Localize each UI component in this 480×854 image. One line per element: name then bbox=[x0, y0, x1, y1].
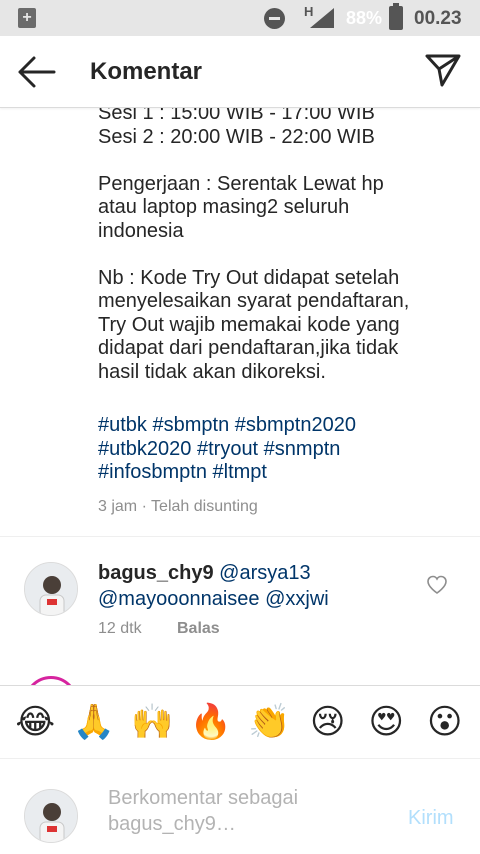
divider bbox=[0, 536, 480, 537]
avatar bbox=[24, 789, 78, 843]
heart-eyes-emoji[interactable]: 😍 bbox=[365, 701, 407, 743]
reply-button[interactable]: Balas bbox=[177, 620, 220, 638]
sad-emoji[interactable]: 😢 bbox=[307, 701, 349, 743]
caption-line: Nb : Kode Try Out didapat setelah bbox=[98, 266, 400, 289]
profile-photo-icon bbox=[25, 563, 77, 615]
folded-hands-emoji[interactable]: 🙏 bbox=[73, 701, 115, 743]
mention-link[interactable]: @xxjwi bbox=[265, 588, 329, 610]
profile-photo-icon bbox=[25, 790, 77, 842]
caption-line: didapat dari pendaftaran,jika tidak bbox=[98, 337, 399, 359]
do-not-disturb-icon bbox=[264, 8, 285, 29]
page-title: Komentar bbox=[90, 58, 203, 85]
caption-hashtags: #utbk #sbmptn #sbmptn2020 #utbk2020 #try… bbox=[98, 414, 468, 485]
comment-composer: Berkomentar sebagai bagus_chy9… Kirim bbox=[0, 759, 480, 854]
mention-link[interactable]: @arsya13 bbox=[219, 562, 310, 584]
hashtag-line[interactable]: #infosbmptn #ltmpt bbox=[98, 461, 468, 485]
laughing-emoji[interactable]: 😂 bbox=[14, 701, 56, 743]
battery-icon bbox=[389, 3, 403, 30]
clapping-emoji[interactable]: 👏 bbox=[248, 701, 290, 743]
caption-line: Sesi 2 : 20:00 WIB - 22:00 WIB bbox=[98, 125, 375, 148]
caption-timestamp: 3 jam · Telah disunting bbox=[98, 498, 258, 515]
like-heart-icon[interactable] bbox=[426, 574, 448, 596]
caption-line: Try Out wajib memakai kode yang bbox=[98, 313, 400, 336]
caption-line: indonesia bbox=[98, 219, 184, 242]
caption-line: hasil tidak akan dikoreksi. bbox=[98, 360, 326, 383]
app-header: Komentar bbox=[0, 36, 480, 108]
emoji-quick-bar: 😂 🙏 🙌 🔥 👏 😢 😍 😮 bbox=[0, 685, 480, 759]
clock: 00.23 bbox=[414, 8, 462, 29]
comment-username[interactable]: bagus_chy9 bbox=[98, 562, 214, 584]
hashtag-line[interactable]: #utbk #sbmptn #sbmptn2020 bbox=[98, 414, 468, 438]
status-bar: + H 88% 00.23 bbox=[0, 0, 480, 36]
raised-hands-emoji[interactable]: 🙌 bbox=[131, 701, 173, 743]
signal-icon bbox=[310, 8, 334, 28]
fire-emoji[interactable]: 🔥 bbox=[190, 701, 232, 743]
post-comment-button[interactable]: Kirim bbox=[408, 807, 454, 830]
back-arrow-icon[interactable] bbox=[16, 54, 56, 90]
notification-icon: + bbox=[18, 8, 36, 28]
mention-link[interactable]: @mayooonnaisee bbox=[98, 588, 260, 610]
caption-line: menyelesaikan syarat pendaftaran, bbox=[98, 290, 410, 312]
comment-input[interactable]: Berkomentar sebagai bagus_chy9… bbox=[108, 785, 398, 837]
battery-percent: 88% bbox=[346, 8, 383, 28]
caption-line: Pengerjaan : Serentak Lewat hp bbox=[98, 172, 384, 195]
comment-time: 12 dtk bbox=[98, 620, 142, 637]
post-caption: Sesi 1 : 15:00 WIB - 17:00 WIB Sesi 2 : … bbox=[98, 102, 468, 384]
hashtag-line[interactable]: #utbk2020 #tryout #snmptn bbox=[98, 438, 468, 462]
caption-line: atau laptop masing2 seluruh bbox=[98, 196, 350, 218]
avatar[interactable] bbox=[24, 562, 78, 616]
direct-send-icon[interactable] bbox=[424, 52, 462, 88]
comment-body: bagus_chy9 @arsya13 @mayooonnaisee @xxjw… bbox=[98, 560, 418, 612]
surprised-emoji[interactable]: 😮 bbox=[424, 701, 466, 743]
